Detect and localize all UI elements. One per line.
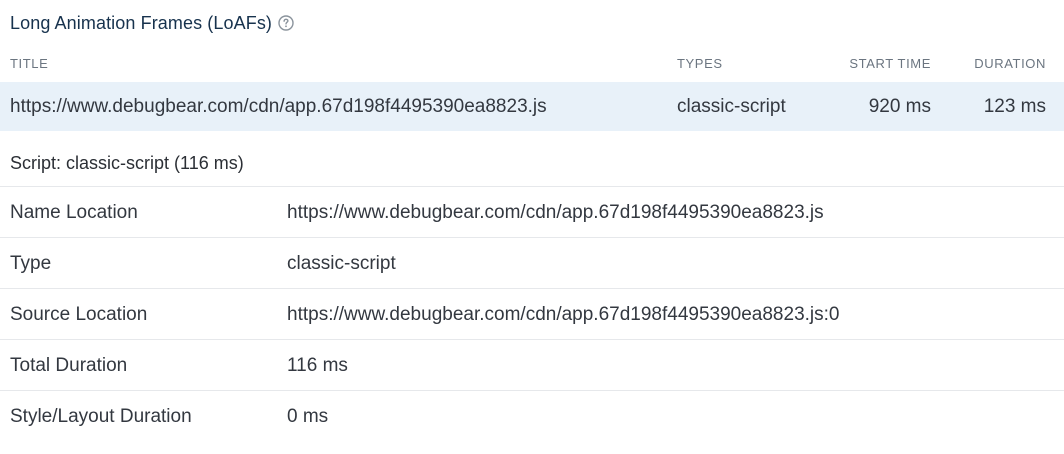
detail-row-total-duration: Total Duration 116 ms <box>0 339 1064 390</box>
loaf-section-title: Long Animation Frames (LoAFs) <box>10 10 294 36</box>
column-header-duration[interactable]: DURATION <box>974 56 1046 71</box>
script-details-table: Name Location https://www.debugbear.com/… <box>0 186 1064 441</box>
row-types-cell: classic-script <box>677 96 786 117</box>
row-start-time-cell: 920 ms <box>868 96 931 117</box>
detail-value: 0 ms <box>287 406 329 427</box>
column-header-types[interactable]: TYPES <box>677 56 723 71</box>
detail-row-source-location: Source Location https://www.debugbear.co… <box>0 288 1064 339</box>
row-title-cell: https://www.debugbear.com/cdn/app.67d198… <box>10 96 547 117</box>
detail-label: Style/Layout Duration <box>10 406 192 427</box>
detail-label: Total Duration <box>10 355 128 376</box>
detail-label: Source Location <box>10 304 148 325</box>
detail-row-type: Type classic-script <box>0 237 1064 288</box>
help-circle-icon[interactable] <box>278 15 294 31</box>
detail-value: https://www.debugbear.com/cdn/app.67d198… <box>287 304 840 325</box>
detail-label: Type <box>10 253 52 274</box>
script-heading: Script: classic-script (116 ms) <box>10 153 244 173</box>
row-duration-cell: 123 ms <box>983 96 1046 117</box>
column-header-title[interactable]: TITLE <box>10 56 48 71</box>
detail-value: https://www.debugbear.com/cdn/app.67d198… <box>287 202 824 223</box>
detail-value: classic-script <box>287 253 396 274</box>
detail-label: Name Location <box>10 202 138 223</box>
table-row[interactable]: https://www.debugbear.com/cdn/app.67d198… <box>0 82 1064 131</box>
section-title-text: Long Animation Frames (LoAFs) <box>10 12 273 33</box>
detail-row-style-layout-duration: Style/Layout Duration 0 ms <box>0 390 1064 441</box>
detail-row-name-location: Name Location https://www.debugbear.com/… <box>0 186 1064 237</box>
detail-value: 116 ms <box>287 355 348 376</box>
column-header-start-time[interactable]: START TIME <box>849 56 931 71</box>
